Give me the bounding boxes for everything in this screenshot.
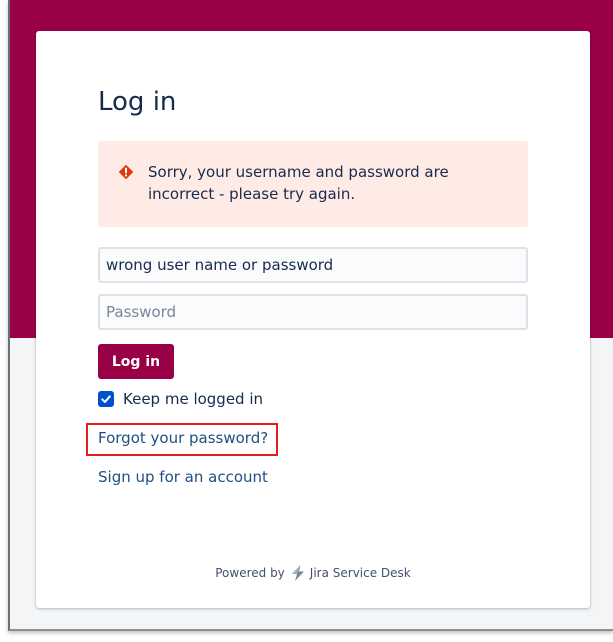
error-message-text: Sorry, your username and password are in… (148, 163, 449, 203)
password-input[interactable] (98, 294, 528, 330)
product-name: Jira Service Desk (309, 566, 411, 580)
screenshot: Log in Sorry, your username and password… (0, 0, 613, 642)
browser-viewport: Log in Sorry, your username and password… (8, 0, 613, 631)
powered-by-footer: Powered by Jira Service Desk (36, 564, 590, 582)
keep-logged-in-checkbox[interactable] (98, 391, 114, 407)
signup-link[interactable]: Sign up for an account (98, 468, 268, 486)
page-title: Log in (98, 87, 177, 117)
username-input[interactable] (98, 247, 528, 283)
login-card: Log in Sorry, your username and password… (36, 31, 590, 608)
powered-by-text: Powered by (215, 566, 285, 580)
keep-logged-in-label: Keep me logged in (123, 390, 264, 408)
forgot-password-link[interactable]: Forgot your password? (98, 429, 268, 447)
error-diamond-icon (118, 164, 134, 180)
jira-service-desk-bolt-icon (291, 565, 304, 581)
keep-logged-in-row[interactable]: Keep me logged in (98, 389, 263, 409)
error-message-box: Sorry, your username and password are in… (98, 141, 528, 227)
checkmark-icon (101, 395, 111, 403)
login-button[interactable]: Log in (98, 344, 174, 379)
